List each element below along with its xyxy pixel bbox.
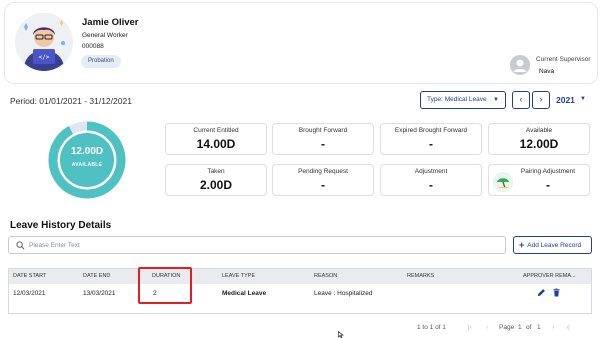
delete-icon[interactable] — [552, 288, 561, 297]
last-page-icon[interactable]: ›| — [566, 324, 570, 331]
column-header[interactable]: APPROVER REMA... — [523, 273, 576, 279]
search-input[interactable] — [29, 239, 499, 252]
cell-reason: Leave : Hospitalized — [314, 290, 373, 297]
stat-value: - — [321, 178, 325, 192]
leave-history-table: DATE START DATE END DURATION LEAVE TYPE … — [8, 268, 592, 314]
stat-label: Available — [525, 127, 553, 134]
cell-leave-type: Medical Leave — [222, 290, 267, 297]
stat-value: - — [429, 137, 433, 151]
stat-current-entitled: Current Entitled 14.00D — [165, 123, 267, 155]
mouse-cursor-icon — [338, 331, 344, 338]
search-bar[interactable] — [8, 236, 506, 254]
stat-pairing-adjustment: Pairing Adjustment - — [488, 164, 590, 196]
column-header[interactable]: DATE START — [13, 273, 46, 279]
available-ring-value: 12.00D — [70, 146, 104, 157]
stat-available: Available 12.00D — [488, 123, 590, 155]
year-selector[interactable]: 2021 — [556, 95, 575, 105]
person-avatar-icon — [510, 55, 530, 75]
stat-expired-brought-forward: Expired Brought Forward - — [380, 123, 482, 155]
plus-icon: + — [519, 240, 525, 250]
leave-type-dropdown[interactable]: Type: Medical Leave ▼ — [420, 91, 506, 109]
stat-value: 2.00D — [199, 178, 233, 192]
stat-label: Brought Forward — [298, 127, 348, 134]
add-leave-record-button[interactable]: + Add Leave Record — [513, 236, 592, 254]
supervisor-name: Nava — [539, 68, 555, 75]
current-page: 1 — [518, 324, 522, 331]
employee-name: Jamie Oliver — [82, 17, 139, 28]
stat-label: Adjustment — [414, 168, 448, 175]
stat-value: 12.00D — [519, 137, 559, 151]
available-ring-label: AVAILABLE — [71, 162, 103, 168]
stat-value: - — [429, 178, 433, 192]
column-header[interactable]: LEAVE TYPE — [222, 273, 255, 279]
of-label: of — [526, 324, 532, 331]
previous-period-button[interactable]: ‹ — [512, 91, 530, 109]
stat-label: Current Entitled — [193, 127, 239, 134]
leave-history-title: Leave History Details — [10, 220, 112, 231]
svg-text:</>: </> — [39, 54, 50, 61]
edit-icon[interactable] — [537, 288, 546, 297]
stat-value: 14.00D — [196, 137, 236, 151]
add-leave-record-label: Add Leave Record — [527, 242, 582, 249]
total-pages: 1 — [537, 324, 541, 331]
employee-profile-card: </> Jamie Oliver General Worker 000088 P… — [4, 2, 598, 84]
column-header[interactable]: REASON — [314, 273, 337, 279]
stat-taken: Taken 2.00D — [165, 164, 267, 196]
previous-page-icon[interactable]: ‹ — [486, 324, 488, 331]
leave-type-label: Type: Medical Leave — [427, 96, 487, 103]
available-ring-chart — [48, 121, 126, 199]
search-icon — [16, 241, 25, 250]
employee-id: 000088 — [82, 43, 104, 50]
stat-label: Expired Brought Forward — [394, 127, 468, 134]
duration-highlight-box — [138, 267, 192, 304]
stat-value: - — [321, 137, 325, 151]
stat-label: Pairing Adjustment — [520, 168, 576, 175]
stat-value: - — [546, 178, 550, 192]
next-page-icon[interactable]: › — [552, 324, 554, 331]
stat-pending-request: Pending Request - — [272, 164, 374, 196]
cell-date-start: 12/03/2021 — [13, 290, 46, 297]
stat-label: Pending Request — [298, 168, 348, 175]
column-header[interactable]: DATE END — [83, 273, 110, 279]
column-header[interactable]: REMARKS — [407, 273, 434, 279]
next-period-button[interactable]: › — [532, 91, 550, 109]
status-badge: Probation — [81, 55, 121, 68]
caret-down-icon[interactable]: ▼ — [580, 96, 586, 102]
pagination-range: 1 to 1 of 1 — [417, 324, 446, 331]
caret-down-icon: ▼ — [493, 97, 499, 103]
stat-adjustment: Adjustment - — [380, 164, 482, 196]
chevron-right-icon: › — [539, 94, 543, 104]
page-label: Page — [499, 324, 515, 331]
table-header: DATE START DATE END DURATION LEAVE TYPE … — [9, 269, 591, 284]
employee-role: General Worker — [82, 32, 128, 39]
first-page-icon[interactable]: |‹ — [468, 324, 472, 331]
period-range: Period: 01/01/2021 - 31/12/2021 — [10, 96, 132, 106]
developer-avatar-icon: </> — [15, 13, 73, 71]
stat-brought-forward: Brought Forward - — [272, 123, 374, 155]
cell-date-end: 13/03/2021 — [83, 290, 116, 297]
supervisor-label: Current Supervisor — [536, 56, 591, 63]
chevron-left-icon: ‹ — [519, 94, 523, 104]
stat-label: Taken — [207, 168, 225, 175]
